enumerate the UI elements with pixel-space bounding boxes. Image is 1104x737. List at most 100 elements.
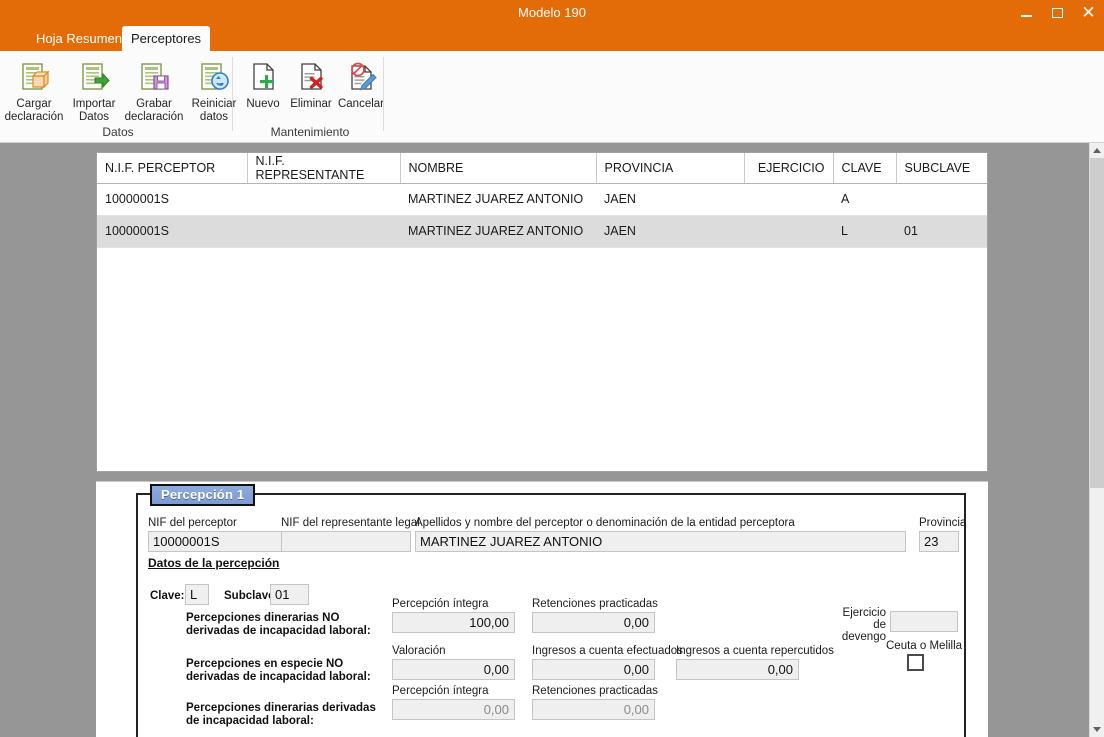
- nombre-perceptor-label: Apellidos y nombre del perceptor o denom…: [415, 517, 795, 529]
- table-row[interactable]: 10000001S MARTINEZ JUAREZ ANTONIO JAEN L…: [97, 215, 987, 248]
- col-nif-perceptor[interactable]: N.I.F. PERCEPTOR: [97, 153, 248, 184]
- ingresos-cuenta-repercutidos-label: Ingresos a cuenta repercutidos: [676, 645, 834, 657]
- percepcion-integra-1-input[interactable]: [392, 612, 515, 633]
- delete-document-x-icon: [294, 57, 328, 97]
- importar-datos-button[interactable]: Importar Datos: [64, 54, 124, 124]
- cargar-declaracion-button[interactable]: Cargar declaración: [4, 54, 64, 124]
- application-window: Modelo 190 ✕ Hoja Resumen Perceptores Ca…: [0, 0, 1104, 737]
- table-row[interactable]: 10000001S MARTINEZ JUAREZ ANTONIO JAEN A: [97, 183, 987, 216]
- provincia-label: Provincia: [919, 517, 967, 529]
- cell-clave: A: [833, 183, 896, 216]
- retenciones-practicadas-2-input[interactable]: [532, 699, 655, 720]
- load-document-icon: [17, 57, 51, 97]
- cancelar-button[interactable]: Cancelar: [336, 54, 386, 111]
- nuevo-label: Nuevo: [246, 98, 280, 110]
- nuevo-button[interactable]: Nuevo: [240, 54, 286, 111]
- ingresos-cuenta-repercutidos-input[interactable]: [676, 659, 799, 680]
- eliminar-button[interactable]: Eliminar: [286, 54, 336, 111]
- cell-nombre: MARTINEZ JUAREZ ANTONIO: [400, 215, 596, 248]
- maximize-button[interactable]: [1042, 0, 1073, 26]
- close-button[interactable]: ✕: [1073, 0, 1104, 26]
- window-controls: ✕: [1011, 0, 1104, 26]
- percepciones-dinerarias-incapacidad-label: Percepciones dinerarias derivadas de inc…: [186, 702, 376, 727]
- minimize-button[interactable]: [1011, 0, 1042, 26]
- tab-hoja-resumen[interactable]: Hoja Resumen: [22, 26, 136, 51]
- percepcion-integra-2-input[interactable]: [392, 699, 515, 720]
- maximize-icon: [1052, 8, 1063, 18]
- ingresos-cuenta-efectuados-input[interactable]: [532, 659, 655, 680]
- cargar-declaracion-label: Cargar declaración: [4, 98, 64, 123]
- ribbon: Cargar declaración Importar Datos Grabar…: [0, 51, 1104, 143]
- ribbon-group-divider-2: [383, 57, 384, 131]
- percepciones-dinerarias-no-incapacidad-label: Percepciones dinerarias NO derivadas de …: [186, 612, 371, 637]
- nif-representante-input[interactable]: [281, 531, 411, 552]
- ejercicio-devengo-input[interactable]: [890, 611, 958, 632]
- retenciones-practicadas-1-label: Retenciones practicadas: [532, 598, 658, 610]
- cancelar-label: Cancelar: [337, 98, 385, 110]
- reiniciar-datos-label: Reiniciar datos: [191, 98, 237, 123]
- cell-nif-representante: [247, 215, 400, 248]
- provincia-input[interactable]: [919, 531, 959, 552]
- ribbon-tab-strip: Hoja Resumen Perceptores: [0, 26, 1104, 51]
- cell-subclave: 01: [896, 215, 987, 248]
- importar-datos-label: Importar Datos: [72, 98, 116, 123]
- valoracion-label: Valoración: [392, 645, 446, 657]
- col-clave[interactable]: CLAVE: [833, 153, 897, 184]
- ejercicio-devengo-label: Ejercicio de devengo: [841, 607, 886, 643]
- detail-panel: Percepción 1 NIF del perceptor NIF del r…: [96, 481, 988, 737]
- percepcion-fieldset: Percepción 1 NIF del perceptor NIF del r…: [136, 484, 967, 737]
- chevron-up-icon: [1093, 148, 1101, 153]
- nombre-perceptor-input[interactable]: [415, 531, 906, 552]
- clave-label: Clave:: [150, 590, 185, 602]
- new-document-plus-icon: [246, 57, 280, 97]
- minimize-icon: [1021, 15, 1032, 17]
- ceuta-melilla-checkbox[interactable]: [907, 654, 924, 671]
- reiniciar-datos-button[interactable]: Reiniciar datos: [184, 54, 244, 124]
- clave-input[interactable]: [185, 584, 209, 605]
- grabar-declaracion-label: Grabar declaración: [124, 98, 184, 123]
- title-bar: Modelo 190 ✕: [0, 0, 1104, 26]
- cell-ejercicio: [744, 215, 833, 248]
- percepciones-especie-no-incapacidad-label: Percepciones en especie NO derivadas de …: [186, 658, 371, 683]
- close-icon: ✕: [1081, 3, 1096, 22]
- nif-representante-label: NIF del representante legal: [281, 517, 420, 529]
- col-subclave[interactable]: SUBCLAVE: [896, 153, 987, 184]
- scroll-up-button[interactable]: [1090, 143, 1104, 158]
- percepcion-integra-2-label: Percepción íntegra: [392, 685, 489, 697]
- seccion-datos-percepcion-title: Datos de la percepción: [148, 556, 280, 570]
- scrollbar-thumb[interactable]: [1090, 158, 1104, 488]
- col-provincia[interactable]: PROVINCIA: [596, 153, 745, 184]
- col-nombre[interactable]: NOMBRE: [400, 153, 597, 184]
- subclave-input[interactable]: [270, 584, 309, 605]
- table-header: N.I.F. PERCEPTOR N.I.F. REPRESENTANTE NO…: [97, 153, 987, 184]
- save-floppy-icon: [137, 57, 171, 97]
- refresh-circular-icon: [197, 57, 231, 97]
- ribbon-group-mantenimiento-label: Mantenimiento: [270, 125, 350, 139]
- cell-clave: L: [833, 215, 896, 248]
- cell-nif-representante: [247, 183, 400, 216]
- ribbon-group-datos-label: Datos: [102, 125, 134, 139]
- cell-nif-perceptor: 10000001S: [97, 183, 247, 216]
- ribbon-group-mantenimiento: Nuevo Eliminar Cancelar Mantenimiento: [236, 51, 384, 143]
- cell-provincia: JAEN: [596, 183, 744, 216]
- ceuta-melilla-label: Ceuta o Melilla: [886, 640, 963, 652]
- scroll-down-button[interactable]: [1090, 722, 1104, 737]
- perceptores-grid[interactable]: N.I.F. PERCEPTOR N.I.F. REPRESENTANTE NO…: [96, 152, 988, 472]
- col-nif-representante[interactable]: N.I.F. REPRESENTANTE: [247, 153, 401, 184]
- cancel-document-pencil-icon: [344, 57, 378, 97]
- retenciones-practicadas-2-label: Retenciones practicadas: [532, 685, 658, 697]
- percepcion-legend: Percepción 1: [150, 484, 256, 506]
- cell-provincia: JAEN: [596, 215, 744, 248]
- cell-nif-perceptor: 10000001S: [97, 215, 247, 248]
- tab-perceptores[interactable]: Perceptores: [122, 26, 210, 51]
- cell-subclave: [896, 183, 987, 216]
- retenciones-practicadas-1-input[interactable]: [532, 612, 655, 633]
- valoracion-input[interactable]: [392, 659, 515, 680]
- grabar-declaracion-button[interactable]: Grabar declaración: [124, 54, 184, 124]
- vertical-scrollbar[interactable]: [1089, 143, 1104, 737]
- col-ejercicio[interactable]: EJERCICIO: [744, 153, 834, 184]
- import-arrow-icon: [77, 57, 111, 97]
- perceptores-table: N.I.F. PERCEPTOR N.I.F. REPRESENTANTE NO…: [97, 153, 987, 248]
- cell-ejercicio: [744, 183, 833, 216]
- nif-perceptor-input[interactable]: [148, 531, 289, 552]
